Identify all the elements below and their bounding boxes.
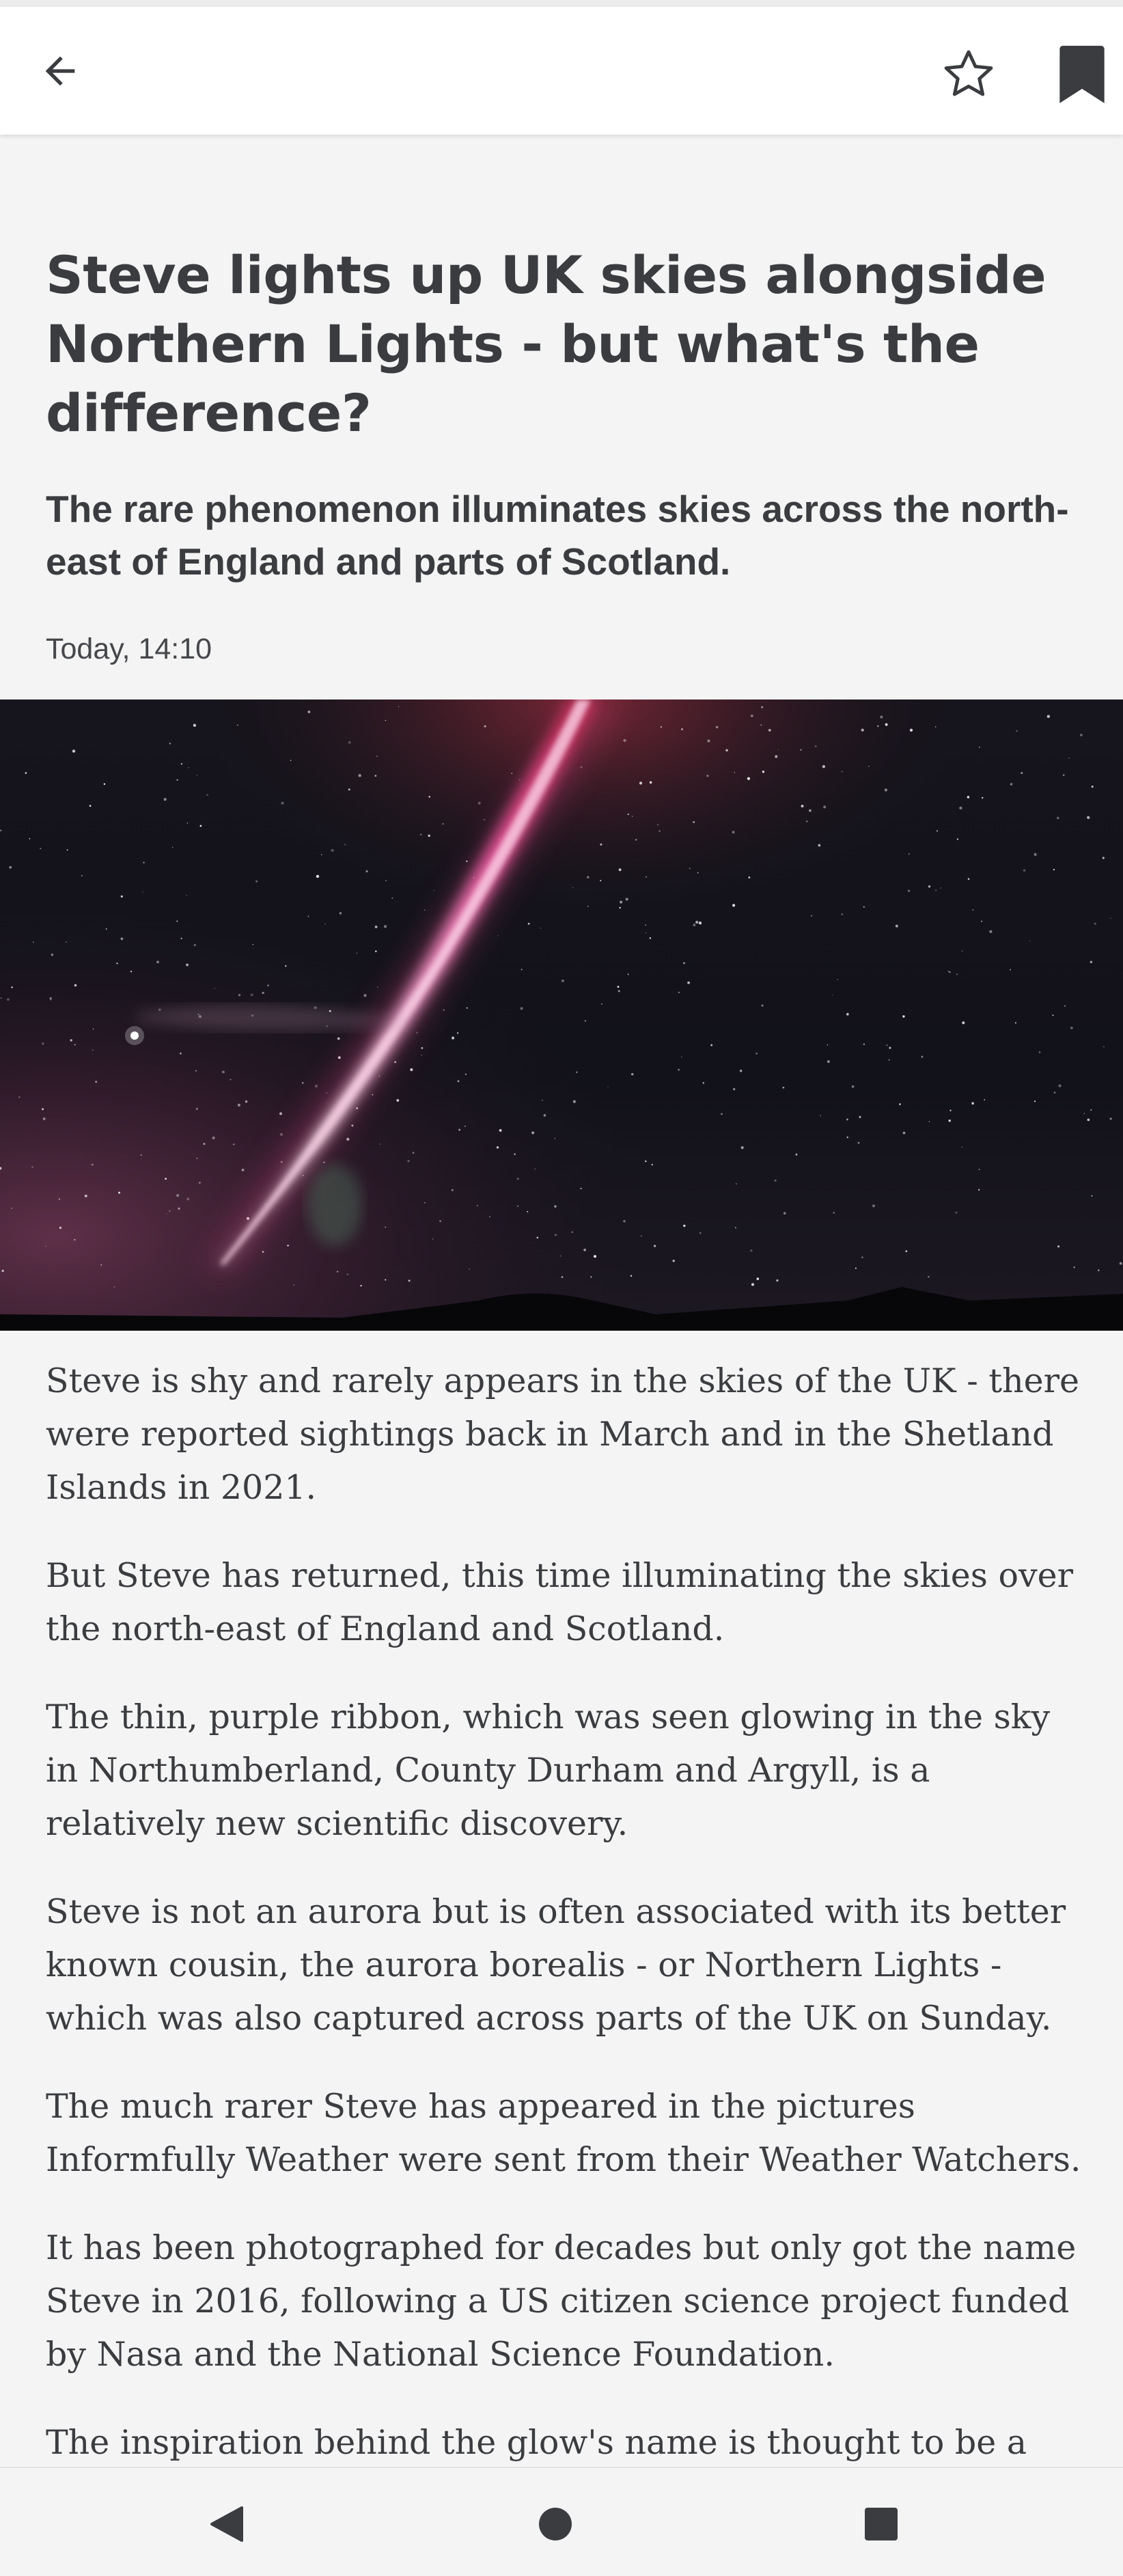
back-button[interactable]	[27, 38, 93, 104]
article-hero-image	[0, 700, 1123, 1331]
article-paragraph: Steve is shy and rarely appears in the s…	[46, 1361, 1080, 1507]
article-paragraph: The thin, purple ribbon, which was seen …	[46, 1698, 1051, 1843]
arrow-left-icon	[45, 56, 75, 86]
article-body: Steve is shy and rarely appears in the s…	[46, 1355, 1084, 2467]
article-timestamp: Today, 14:10	[46, 633, 212, 665]
circle-home-icon	[539, 2508, 572, 2540]
bookmark-button[interactable]	[1049, 42, 1115, 107]
article-paragraph: It has been photographed for decades but…	[46, 2228, 1077, 2374]
article-paragraph: The much rarer Steve has appeared in the…	[46, 2087, 1081, 2179]
article-paragraph: But Steve has returned, this time illumi…	[46, 1556, 1074, 1648]
article-standfirst: The rare phenomenon illuminates skies ac…	[46, 488, 1069, 583]
top-app-bar	[0, 7, 1123, 135]
system-recents-button[interactable]	[848, 2491, 914, 2557]
article-paragraph: Steve is not an aurora but is often asso…	[46, 1892, 1066, 2038]
triangle-back-icon	[210, 2506, 243, 2542]
system-navigation-bar	[0, 2467, 1123, 2576]
star-outline-icon	[944, 50, 993, 96]
favourite-button[interactable]	[936, 42, 1001, 107]
system-home-button[interactable]	[523, 2491, 588, 2557]
square-recents-icon	[865, 2508, 898, 2540]
article-headline: Steve lights up UK skies alongside North…	[46, 245, 1046, 443]
article-content[interactable]: Steve lights up UK skies alongside North…	[0, 135, 1123, 2467]
article-paragraph: The inspiration behind the glow's name i…	[46, 2423, 1027, 2462]
bookmark-filled-icon	[1059, 46, 1105, 103]
status-bar	[0, 0, 1123, 7]
system-back-button[interactable]	[194, 2491, 260, 2557]
